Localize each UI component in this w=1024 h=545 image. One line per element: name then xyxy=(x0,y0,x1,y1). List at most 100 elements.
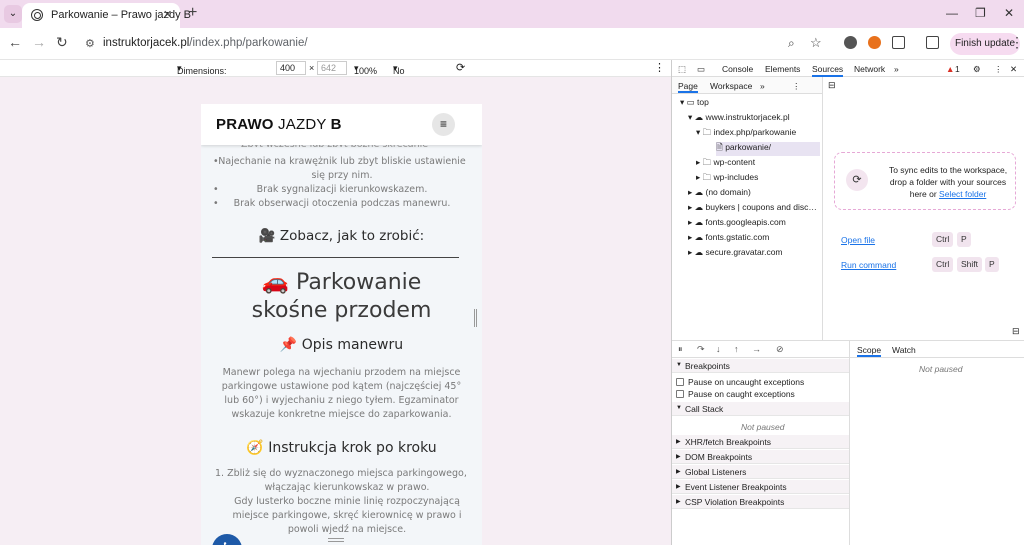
tab-console[interactable]: Console xyxy=(722,64,753,74)
xhr-breakpoints-section[interactable]: ▶ XHR/fetch Breakpoints xyxy=(672,435,849,449)
height-input[interactable]: 642 xyxy=(317,61,347,75)
tree-item[interactable]: ▸ ☁ (no domain) xyxy=(688,187,751,201)
new-tab-button[interactable]: + xyxy=(188,4,197,22)
pause-caught-checkbox[interactable] xyxy=(676,390,684,398)
video-heading: 🎥 Zobacz, jak to zrobić: xyxy=(258,228,425,244)
tree-item[interactable]: ▾ 🗀 index.php/parkowanie xyxy=(696,127,796,141)
tree-item[interactable]: ▾ ▭ top xyxy=(680,97,709,111)
devtools-menu-icon[interactable]: ⋮ xyxy=(994,64,1003,75)
csp-violation-breakpoints-section[interactable]: ▶ CSP Violation Breakpoints xyxy=(672,495,849,509)
step-number: 1. xyxy=(215,468,225,479)
settings-gear-icon[interactable]: ⚙ xyxy=(973,64,981,75)
site-logo[interactable]: PRAWO JAZDY B xyxy=(216,116,342,133)
extension-icon-1[interactable] xyxy=(844,36,857,49)
window-close-button[interactable]: ✕ xyxy=(1004,6,1014,20)
tab-scope[interactable]: Scope xyxy=(857,345,882,357)
inspect-icon[interactable]: ⬚ xyxy=(678,64,686,75)
viewport-stage: PRAWO JAZDY B ≡ Zbyt wczesne lub zbyt pó… xyxy=(0,91,671,545)
resize-handle-bottom[interactable] xyxy=(328,538,344,542)
dom-breakpoints-section[interactable]: ▶ DOM Breakpoints xyxy=(672,450,849,464)
tree-item[interactable]: ▾ ☁ www.instruktorjacek.pl xyxy=(688,112,790,126)
tree-label: top xyxy=(697,97,709,107)
tree-item[interactable]: ▸ ☁ buykers | coupons and disc… xyxy=(688,202,817,216)
call-stack-status: Not paused xyxy=(741,422,785,432)
dimensions-dropdown[interactable]: Dimensions: Responsive ▾ xyxy=(177,63,227,86)
tab-search-button[interactable]: ⌄ xyxy=(4,5,22,23)
global-listeners-section[interactable]: ▶ Global Listeners xyxy=(672,465,849,479)
width-input[interactable]: 400 xyxy=(276,61,306,75)
tab-close-icon[interactable]: ✕ xyxy=(163,8,172,21)
step-icon[interactable]: → xyxy=(752,344,761,354)
kbd-ctrl: Ctrl xyxy=(932,232,954,247)
zoom-dropdown[interactable]: 100% ▾ xyxy=(354,63,377,76)
tab-network[interactable]: Network xyxy=(854,64,885,74)
throttling-dropdown[interactable]: No throttling ▾ xyxy=(393,63,428,86)
run-command-link[interactable]: Run command xyxy=(841,260,896,270)
step-into-icon[interactable]: ↓ xyxy=(716,344,721,354)
pause-icon[interactable]: ⏸ xyxy=(678,344,683,355)
back-arrow-icon[interactable]: ← xyxy=(8,34,22,50)
minimize-button[interactable]: — xyxy=(946,6,958,20)
pause-uncaught-checkbox[interactable] xyxy=(676,378,684,386)
navigator-menu-icon[interactable]: ⋮ xyxy=(792,81,801,92)
tree-item-selected[interactable]: 🗎 parkowanie/ xyxy=(716,142,820,156)
page-title: 🚗 Parkowanie skośne przodem xyxy=(201,269,482,325)
extensions-puzzle-icon[interactable] xyxy=(892,36,905,49)
device-mode-icon[interactable]: ▭ xyxy=(697,64,705,75)
pause-caught-label: Pause on caught exceptions xyxy=(688,389,795,399)
open-file-link[interactable]: Open file xyxy=(841,235,875,245)
hamburger-menu-icon[interactable]: ≡ xyxy=(432,113,455,136)
url-text[interactable]: instruktorjacek.pl/index.php/parkowanie/ xyxy=(103,37,308,49)
tab-page[interactable]: Page xyxy=(678,81,698,93)
pane-divider[interactable] xyxy=(822,77,823,340)
restore-button[interactable]: ❐ xyxy=(975,6,986,20)
zoom-icon[interactable]: ⌕ xyxy=(788,36,795,51)
steps-list: 1. Zbliż się do wyznaczonego miejsca par… xyxy=(215,467,467,537)
rotate-icon[interactable]: ⟳ xyxy=(456,61,465,74)
tree-item[interactable]: ▸ ☁ fonts.googleapis.com xyxy=(688,217,786,231)
step-over-icon[interactable]: ↷ xyxy=(697,344,705,355)
more-tabs-icon[interactable]: » xyxy=(894,64,899,74)
more-navigator-icon[interactable]: » xyxy=(760,81,765,91)
collapsed-triangle-icon: ▶ xyxy=(676,499,681,505)
step-out-icon[interactable]: ↑ xyxy=(734,344,739,354)
tree-label: index.php/parkowanie xyxy=(713,127,797,137)
deactivate-breakpoints-icon[interactable]: ⊘ xyxy=(776,344,784,355)
browser-tab[interactable]: Parkowanie – Prawo jazdy B ✕ xyxy=(22,3,191,28)
menu-dots-icon[interactable]: ⋮ xyxy=(1010,34,1024,51)
workspace-drop-zone[interactable]: ⟳ To sync edits to the workspace, drop a… xyxy=(834,152,1016,210)
address-bar[interactable]: ⚙ instruktorjacek.pl/index.php/parkowani… xyxy=(78,32,834,55)
tab-watch[interactable]: Watch xyxy=(892,345,916,355)
device-menu-icon[interactable]: ⋮ xyxy=(654,61,665,74)
bookmark-star-icon[interactable]: ☆ xyxy=(810,35,822,51)
media-query-bar xyxy=(0,77,671,91)
resize-handle-right[interactable] xyxy=(474,309,477,327)
navigator-tabs: Page Workspace » ⋮ xyxy=(672,77,822,94)
forward-arrow-icon[interactable]: → xyxy=(32,34,46,50)
tree-item[interactable]: ▸ ☁ secure.gravatar.com xyxy=(688,247,783,261)
select-folder-link[interactable]: Select folder xyxy=(939,189,986,199)
tab-elements[interactable]: Elements xyxy=(765,64,800,74)
debugger-divider xyxy=(849,341,850,545)
tree-item[interactable]: ▸ ☁ fonts.gstatic.com xyxy=(688,232,769,246)
tab-workspace[interactable]: Workspace xyxy=(710,81,752,91)
description-heading: 📌 Opis manewru xyxy=(279,337,404,353)
event-listener-breakpoints-section[interactable]: ▶ Event Listener Breakpoints xyxy=(672,480,849,494)
section-label: XHR/fetch Breakpoints xyxy=(685,437,771,447)
reload-icon[interactable]: ↻ xyxy=(56,34,68,51)
devtools-toggle-icon[interactable] xyxy=(926,36,939,49)
toggle-sidebar-icon[interactable]: ⊟ xyxy=(828,80,836,91)
warning-icon[interactable]: ▲ xyxy=(946,64,954,74)
tree-item[interactable]: ▸ 🗀 wp-content xyxy=(696,157,755,171)
breakpoints-section[interactable]: ▼ Breakpoints xyxy=(672,359,849,373)
toggle-debugger-icon[interactable]: ⊟ xyxy=(1012,326,1020,337)
page-title-line-2: skośne przodem xyxy=(251,298,432,323)
extension-icon-2[interactable] xyxy=(868,36,881,49)
section-label: DOM Breakpoints xyxy=(685,452,753,462)
tree-item[interactable]: ▸ 🗀 wp-includes xyxy=(696,172,758,186)
call-stack-section[interactable]: ▼ Call Stack xyxy=(672,402,849,416)
devtools-close-icon[interactable]: ✕ xyxy=(1010,64,1017,75)
site-info-icon[interactable]: ⚙ xyxy=(85,37,95,50)
device-toolbar: Dimensions: Responsive ▾ 400 × 642 100% … xyxy=(0,60,671,86)
tab-sources[interactable]: Sources xyxy=(812,64,844,77)
